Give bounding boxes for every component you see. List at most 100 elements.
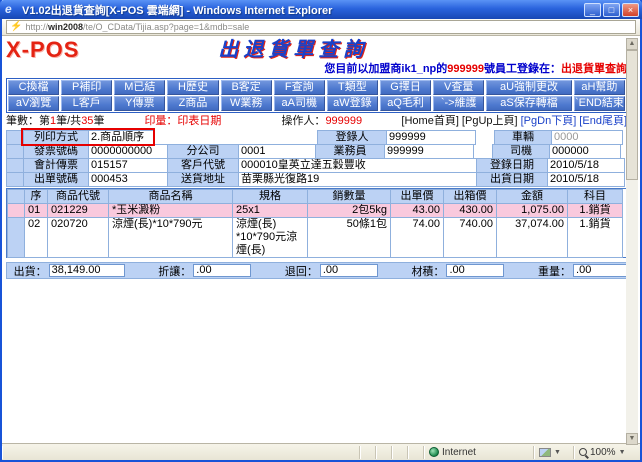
items-table: 序 商品代號 商品名稱 規格 銷數量 出單價 出箱價 金額 科目 01 0212… [6, 188, 633, 258]
shipdate-value: 2010/5/18 [547, 172, 625, 187]
btn-query[interactable]: F查詢 [274, 80, 325, 95]
btn-product[interactable]: Z商品 [167, 96, 218, 111]
voucher-value: 015157 [88, 158, 168, 173]
cell-amount: 37,074.00 [496, 217, 568, 258]
btn-change-file[interactable]: C換檔 [8, 80, 59, 95]
btn-customer-order[interactable]: B客定 [221, 80, 272, 95]
total-weight-label: 重量： [532, 263, 573, 279]
btn-closed[interactable]: M已結 [114, 80, 165, 95]
page-content: X-POS 出退貨單查詢 您目前以加盟商ik1_np的999999號員工登錄在：… [2, 36, 640, 443]
btn-maintain[interactable]: `->維護 [433, 96, 484, 111]
btn-end[interactable]: `END結束 [574, 96, 625, 111]
maximize-button[interactable]: □ [603, 3, 620, 17]
print-mode-value: 2.商品順序 [88, 130, 154, 145]
customer-label: 客戶代號 [167, 158, 239, 173]
form-spacer [473, 144, 493, 159]
page-title: 出退貨單查詢 [79, 38, 507, 62]
driver-label: 司機 [492, 144, 550, 159]
cell-qty: 50條1包 [307, 217, 391, 258]
cell-unit-price: 74.00 [390, 217, 444, 258]
btn-reprint[interactable]: P補印 [61, 80, 112, 95]
page-error-icon: ⚡ [10, 22, 22, 32]
scroll-down-icon[interactable]: ▼ [626, 433, 638, 445]
btn-force-edit[interactable]: aU強制更改 [486, 80, 572, 95]
close-button[interactable]: × [622, 3, 639, 17]
branch-value: 0001 [238, 144, 316, 159]
total-ship-value: 38,149.00 [49, 264, 125, 277]
status-pane [392, 446, 408, 459]
btn-check-qty[interactable]: V查量 [433, 80, 484, 95]
btn-pick-date[interactable]: G擇日 [380, 80, 431, 95]
scrollbar-thumb[interactable] [626, 50, 638, 180]
col-spec: 規格 [232, 189, 308, 204]
table-row[interactable]: 02 020720 涼煙(長)*10*790元 涼煙(長) *10*790元涼 … [7, 217, 632, 257]
login-person-label: 登錄人 [317, 130, 387, 145]
cell-spec: 涼煙(長) *10*790元涼 煙(長) [232, 217, 308, 258]
security-zone-pane: Internet [424, 446, 534, 459]
row-selector-cell [6, 158, 24, 173]
col-unit-price: 出單價 [390, 189, 444, 204]
table-row[interactable]: 01 021229 *玉米澱粉 25x1 2包5kg 43.00 430.00 … [7, 203, 632, 217]
page-nav-hints: [Home首頁] [PgUp上頁] [PgDn下頁] [End尾頁] [401, 114, 627, 129]
url-input[interactable]: ⚡ http://win2008/te/O_CData/Tijia.asp?pa… [6, 20, 636, 34]
login-person-value: 999999 [386, 130, 476, 145]
btn-sales[interactable]: W業務 [221, 96, 272, 111]
order-form: 列印方式 2.商品順序 登錄人 999999 車輛 0000 發票號碼 0000… [6, 130, 627, 186]
shipdate-label: 出貨日期 [476, 172, 548, 187]
col-code: 商品代號 [47, 189, 109, 204]
print-info: 印量：印表日期 [144, 114, 221, 129]
cell-name: 涼煙(長)*10*790元 [108, 217, 233, 258]
record-info-line: 筆數：第1筆/共35筆 印量：印表日期 操作人：999999 [Home首頁] … [6, 114, 627, 129]
status-pane [408, 446, 424, 459]
btn-browse[interactable]: aV瀏覽 [8, 96, 59, 111]
vertical-scrollbar[interactable]: ▲ ▼ [626, 38, 638, 445]
btn-voucher[interactable]: Y傳票 [114, 96, 165, 111]
status-pane [376, 446, 392, 459]
btn-save-export[interactable]: aS保存轉檔 [486, 96, 572, 111]
voucher-label: 會計傳票 [23, 158, 89, 173]
btn-help[interactable]: aH幫助 [574, 80, 625, 95]
status-bar: Internet ▼ 100% ▼ [2, 443, 640, 460]
login-status-line: 您目前以加盟商ik1_np的999999號員工登錄在：出退貨單查詢 [6, 62, 627, 77]
page-options-pane[interactable]: ▼ [534, 446, 574, 459]
btn-driver[interactable]: aA司機 [274, 96, 325, 111]
btn-margin[interactable]: aQ毛利 [380, 96, 431, 111]
vehicle-label: 車輛 [494, 130, 552, 145]
title-bar[interactable]: e V1.02出退貨查詢[X-POS 雲端網] - Windows Intern… [0, 0, 642, 19]
driver-value: 000000 [549, 144, 621, 159]
total-weight-value: .00 [573, 264, 631, 277]
vehicle-value: 0000 [551, 130, 623, 145]
cell-amount: 1,075.00 [496, 203, 568, 218]
row-selector-cell [6, 144, 24, 159]
cell-box-price: 740.00 [443, 217, 497, 258]
row-selector-cell[interactable] [7, 217, 25, 258]
order-no-label: 出單號碼 [23, 172, 89, 187]
total-discount-label: 折讓： [153, 263, 194, 279]
page-view-icon [539, 448, 551, 457]
zoom-level: 100% [590, 447, 616, 458]
scroll-up-icon[interactable]: ▲ [626, 38, 638, 50]
form-spacer [475, 130, 495, 145]
btn-history[interactable]: H歷史 [167, 80, 218, 95]
print-mode-highlight: 列印方式 2.商品順序 [23, 130, 153, 144]
row-selector-cell [6, 172, 24, 187]
cell-category: 1.銷貨 [567, 203, 623, 218]
btn-type[interactable]: T類型 [327, 80, 378, 95]
cell-seq: 02 [24, 217, 48, 258]
totals-strip: 出貨： 38,149.00 折讓： .00 退回： .00 材積： .00 重量… [6, 262, 633, 279]
ship-address-value: 苗栗縣光復路19 [238, 172, 477, 187]
branch-label: 分公司 [167, 144, 239, 159]
btn-login[interactable]: aW登錄 [327, 96, 378, 111]
total-return-label: 退回： [279, 263, 320, 279]
col-seq: 序 [24, 189, 48, 204]
row-selector-cell[interactable] [7, 203, 25, 218]
total-volume-label: 材積： [406, 263, 447, 279]
col-category: 科目 [567, 189, 623, 204]
btn-customer[interactable]: L客戶 [61, 96, 112, 111]
total-return-value: .00 [320, 264, 378, 277]
regdate-label: 登錄日期 [476, 158, 548, 173]
zoom-control[interactable]: 100% ▼ [574, 446, 640, 459]
select-column-header [7, 189, 25, 204]
minimize-button[interactable]: _ [584, 3, 601, 17]
regdate-value: 2010/5/18 [547, 158, 625, 173]
